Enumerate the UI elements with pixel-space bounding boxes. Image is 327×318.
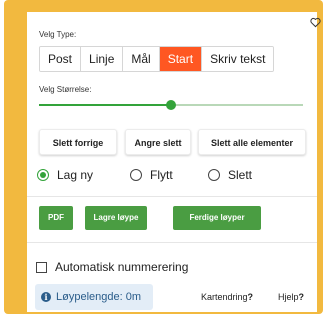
undo-delete-button[interactable]: Angre slett [125, 129, 191, 155]
size-slider-thumb[interactable] [166, 100, 176, 110]
mode-radio-label: Slett [228, 168, 253, 182]
type-option-start[interactable]: Start [159, 47, 203, 71]
radio-unchecked-icon [130, 169, 142, 181]
auto-numbering-label: Automatisk nummerering [55, 260, 189, 274]
pdf-button[interactable]: PDF [39, 206, 73, 230]
map-change-label: Kartendring [201, 292, 248, 302]
mode-radio-slett[interactable]: Slett [208, 168, 252, 182]
divider [27, 242, 317, 243]
type-option-maal[interactable]: Mål [123, 47, 160, 71]
save-course-button[interactable]: Lagre løype [85, 206, 147, 230]
divider [27, 196, 317, 197]
radio-unchecked-icon [208, 169, 220, 181]
heart-outline-icon[interactable] [310, 17, 321, 30]
mode-radio-lag-ny[interactable]: Lag ny [37, 168, 93, 182]
size-slider[interactable] [39, 100, 303, 110]
type-option-post[interactable]: Post [40, 47, 82, 71]
question-mark: ? [247, 292, 254, 302]
delete-all-button[interactable]: Slett alle elementer [198, 129, 306, 155]
course-length-text: Løypelengde: 0m [56, 291, 141, 303]
type-selector: Post Linje Mål Start Skriv tekst [39, 46, 275, 72]
size-slider-fill [39, 104, 171, 106]
mode-radio-label: Flytt [150, 168, 173, 182]
mode-radio-label: Lag ny [57, 168, 94, 182]
checkbox-icon [36, 261, 47, 273]
mode-radio-group: Lag ny Flytt Slett [37, 168, 307, 186]
type-option-skriv-tekst[interactable]: Skriv tekst [202, 47, 274, 71]
info-icon: i [41, 292, 51, 302]
course-editor-panel: Velg Type: Post Linje Mål Start Skriv te… [27, 12, 321, 312]
course-length-info: i Løypelengde: 0m [35, 284, 153, 310]
radio-checked-icon [37, 169, 49, 181]
delete-previous-button[interactable]: Slett forrige [39, 129, 117, 155]
help-label: Hjelp [278, 292, 299, 302]
type-option-linje[interactable]: Linje [81, 47, 124, 71]
help-link[interactable]: Hjelp? [278, 292, 304, 302]
finished-courses-button[interactable]: Ferdige løyper [173, 206, 261, 230]
question-mark: ? [298, 292, 305, 302]
map-change-help-link[interactable]: Kartendring? [201, 292, 253, 302]
size-label: Velg Størrelse: [39, 85, 92, 94]
auto-numbering-checkbox[interactable]: Automatisk nummerering [36, 260, 188, 274]
type-label: Velg Type: [39, 30, 77, 39]
mode-radio-flytt[interactable]: Flytt [130, 168, 173, 182]
